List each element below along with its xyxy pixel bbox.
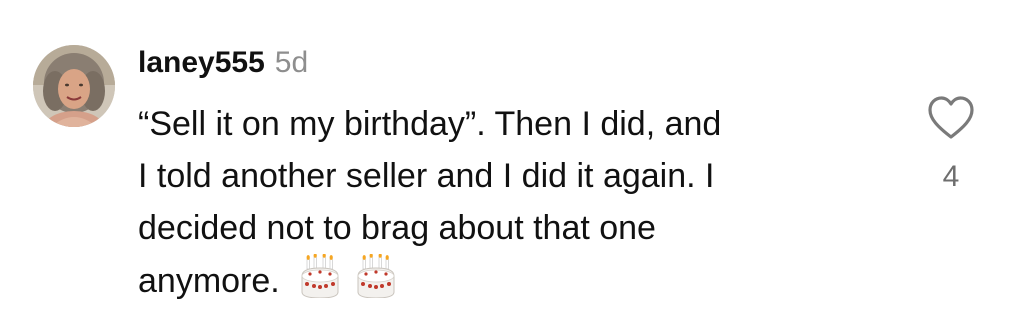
avatar[interactable] — [33, 45, 115, 127]
cake-emoji-icon — [298, 253, 342, 312]
comment-text-line: I told another seller and I did it again… — [138, 157, 715, 195]
timestamp: 5d — [274, 46, 309, 79]
comment-text: “Sell it on my birthday”. Then I did, an… — [138, 98, 898, 312]
username-link[interactable]: laney555 — [138, 46, 265, 80]
comment-text-line-last: anymore. — [138, 253, 898, 312]
comment-row: laney555 5d “Sell it on my birthday”. Th… — [0, 0, 1024, 312]
heart-outline-icon[interactable] — [925, 92, 977, 144]
like-count: 4 — [942, 160, 960, 193]
comment-text-line: “Sell it on my birthday”. Then I did, an… — [138, 105, 722, 143]
avatar-image — [33, 45, 115, 127]
comment-header: laney555 5d — [138, 46, 308, 86]
comment-text-line: decided not to brag about that one — [138, 209, 656, 247]
comment-text-fragment: anymore. — [138, 262, 280, 300]
cake-emoji-icon — [354, 253, 398, 312]
